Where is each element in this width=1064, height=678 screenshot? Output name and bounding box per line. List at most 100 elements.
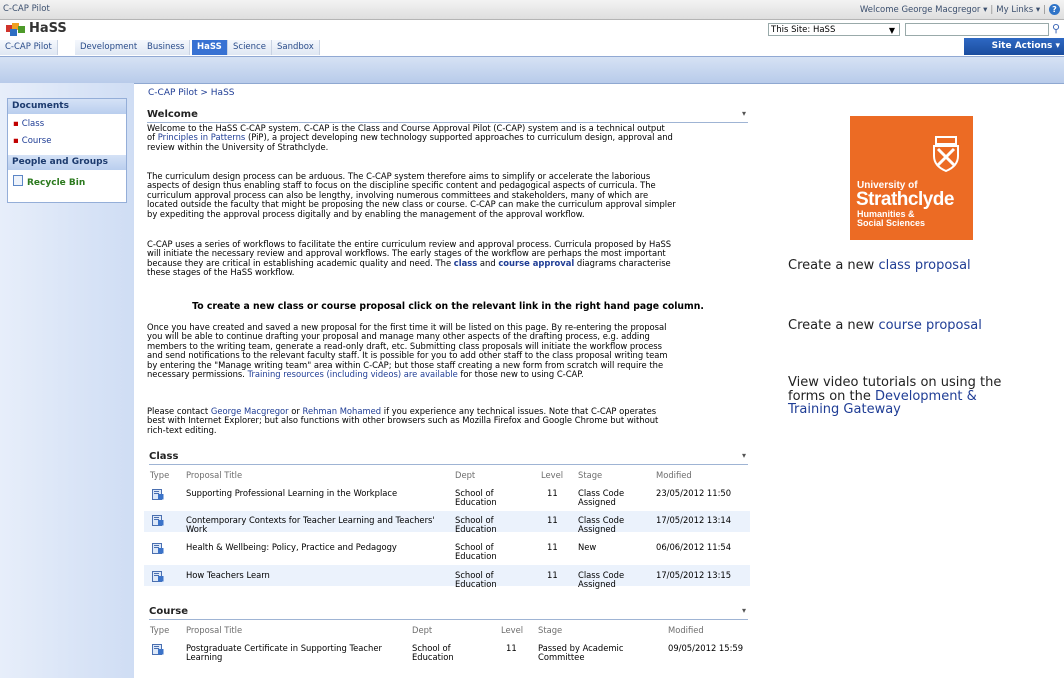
title-line: Health & Wellbeing: Policy, Practice and…	[186, 542, 397, 552]
breadcrumb[interactable]: C-CAP Pilot > HaSS	[148, 88, 235, 98]
document-icon[interactable]	[152, 571, 164, 582]
search-icon[interactable]: ⚲	[1052, 22, 1060, 35]
row-level: 11	[547, 488, 558, 498]
col-title[interactable]: Proposal Title	[186, 470, 242, 480]
stage-line: Committee	[538, 652, 585, 663]
course-list-title[interactable]: Course	[149, 606, 188, 617]
tab-development[interactable]: Development	[75, 40, 144, 55]
separator: |	[1043, 5, 1046, 15]
tab-science[interactable]: Science	[228, 40, 272, 55]
row-stage: Class Code Assigned	[578, 570, 624, 590]
tab-business[interactable]: Business	[142, 40, 191, 55]
welcome-heading: Welcome ▾	[147, 109, 748, 123]
chevron-down-icon[interactable]: ▾	[742, 451, 746, 460]
text-fragment: and	[477, 257, 499, 268]
col-title[interactable]: Proposal Title	[186, 625, 242, 635]
ql-documents-heading[interactable]: Documents	[8, 99, 126, 114]
document-icon[interactable]	[152, 489, 164, 500]
class-list-heading: Class ▾	[149, 451, 748, 465]
col-level[interactable]: Level	[501, 625, 523, 635]
table-row[interactable]: Postgraduate Certificate in Supporting T…	[144, 640, 750, 666]
principles-in-patterns-link[interactable]: Principles in Patterns	[158, 132, 246, 142]
col-stage[interactable]: Stage	[538, 625, 562, 635]
video-tutorials: View video tutorials on using the forms …	[788, 376, 1001, 417]
col-dept[interactable]: Dept	[412, 625, 432, 635]
row-stage: Class Code Assigned	[578, 488, 624, 508]
search-input[interactable]	[905, 23, 1049, 36]
tab-ccap-pilot[interactable]: C-CAP Pilot	[0, 40, 58, 55]
course-list-heading: Course ▾	[149, 606, 748, 620]
document-icon[interactable]	[152, 644, 164, 655]
search-scope-select[interactable]: This Site: HaSS ▼	[768, 23, 900, 36]
welcome-paragraph-1: Welcome to the HaSS C-CAP system. C-CAP …	[147, 123, 749, 152]
site-title[interactable]: HaSS	[29, 21, 67, 36]
title-line: How Teachers Learn	[186, 570, 270, 580]
site-actions-button[interactable]: Site Actions ▾	[964, 38, 1064, 55]
bullet-icon: ▪	[13, 136, 19, 146]
class-list-table: Type Proposal Title Dept Level Stage Mod…	[144, 466, 750, 606]
title-band	[0, 56, 1064, 84]
col-stage[interactable]: Stage	[578, 470, 602, 480]
col-type[interactable]: Type	[150, 625, 169, 635]
course-approval-diagram-link[interactable]: course approval	[498, 258, 574, 268]
document-icon[interactable]	[152, 515, 164, 526]
title-line: Contemporary Contexts for Teacher Learni…	[186, 515, 435, 525]
site-logo-icon	[6, 23, 25, 36]
row-stage: Passed by Academic Committee	[538, 643, 623, 663]
bullet-icon: ▪	[13, 119, 19, 129]
welcome-menu[interactable]: Welcome George Macgregor ▾	[860, 5, 987, 15]
row-dept: School of Education	[455, 542, 497, 562]
help-icon[interactable]: ?	[1049, 4, 1060, 15]
welcome-paragraph-2: The curriculum design process can be ard…	[147, 171, 749, 219]
separator: |	[990, 5, 994, 15]
training-resources-link[interactable]: Training resources (including videos) ar…	[248, 369, 458, 379]
class-list-title[interactable]: Class	[149, 451, 178, 462]
row-title[interactable]: Supporting Professional Learning in the …	[186, 488, 397, 498]
ql-recycle-bin[interactable]: Recycle Bin	[13, 175, 85, 188]
left-navigation: Documents ▪ Class ▪ Course People and Grou…	[0, 83, 134, 678]
row-title[interactable]: Health & Wellbeing: Policy, Practice and…	[186, 542, 397, 552]
tab-hass[interactable]: HaSS	[192, 40, 228, 55]
ql-item-course[interactable]: ▪ Course	[13, 136, 51, 146]
table-row[interactable]: Health & Wellbeing: Policy, Practice and…	[144, 539, 750, 562]
course-proposal-link[interactable]: course proposal	[878, 318, 981, 333]
welcome-paragraph-5: Please contact George Macgregor or Rehma…	[147, 406, 749, 435]
row-title[interactable]: How Teachers Learn	[186, 570, 270, 580]
ql-people-heading[interactable]: People and Groups	[8, 155, 126, 170]
row-modified: 23/05/2012 11:50	[656, 488, 732, 498]
my-links-menu[interactable]: My Links ▾	[996, 5, 1040, 15]
col-type[interactable]: Type	[150, 470, 169, 480]
table-row[interactable]: How Teachers Learn School of Education 11…	[144, 565, 750, 589]
document-icon[interactable]	[152, 543, 164, 554]
table-row[interactable]: Supporting Professional Learning in the …	[144, 485, 750, 508]
col-dept[interactable]: Dept	[455, 470, 475, 480]
text-fragment: necessary permissions.	[147, 369, 248, 380]
chevron-down-icon[interactable]: ▾	[742, 606, 746, 615]
ql-item-class[interactable]: ▪ Class	[13, 119, 44, 129]
row-title[interactable]: Postgraduate Certificate in Supporting T…	[186, 643, 382, 663]
stage-line: New	[578, 542, 597, 552]
title-line: Learning	[186, 652, 223, 663]
table-row[interactable]: Contemporary Contexts for Teacher Learni…	[144, 511, 750, 535]
tab-sandbox[interactable]: Sandbox	[272, 40, 320, 55]
row-modified: 09/05/2012 15:59	[668, 643, 744, 653]
dept-line: Education	[455, 497, 497, 508]
col-level[interactable]: Level	[541, 470, 563, 480]
chevron-down-icon[interactable]: ▾	[742, 109, 746, 118]
text-fragment: diagrams characterise	[574, 257, 671, 268]
stage-line: Assigned	[578, 497, 616, 508]
coat-of-arms-icon	[933, 136, 959, 172]
row-level: 11	[547, 542, 558, 552]
col-modified[interactable]: Modified	[656, 470, 692, 480]
dept-line: Education	[412, 652, 454, 663]
top-site-link[interactable]: C-CAP Pilot	[3, 4, 50, 14]
row-stage: Class Code Assigned	[578, 515, 624, 535]
class-diagram-link[interactable]: class	[454, 258, 477, 268]
class-proposal-link[interactable]: class proposal	[878, 258, 970, 273]
chevron-down-icon: ▼	[888, 26, 895, 35]
dev-training-gateway-link-2[interactable]: Training Gateway	[788, 403, 1001, 417]
row-stage: New	[578, 542, 597, 552]
col-modified[interactable]: Modified	[668, 625, 704, 635]
row-title[interactable]: Contemporary Contexts for Teacher Learni…	[186, 515, 435, 535]
text-line: review within the University of Strathcl…	[147, 141, 329, 152]
